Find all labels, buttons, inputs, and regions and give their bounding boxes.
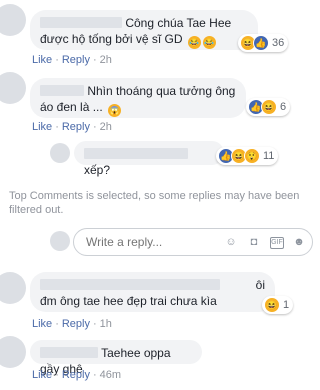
redacted-name <box>40 279 220 290</box>
reply-link[interactable]: Reply <box>62 369 90 381</box>
comment-bubble: Nhìn thoáng qua tưởng ông áo đen là ... … <box>30 78 246 118</box>
comment-bubble: Taehee oppa gầy ghê <box>30 340 202 376</box>
reply-link[interactable]: Reply <box>62 318 90 330</box>
timestamp[interactable]: 1h <box>100 318 112 330</box>
avatar[interactable] <box>50 143 70 163</box>
avatar <box>50 231 70 251</box>
astonished-emoji-icon: 😱 <box>108 104 122 117</box>
reaction-summary[interactable]: 😆 1 <box>262 296 294 314</box>
comment-actions: Like · Reply · 46m <box>32 369 122 381</box>
comment-bubble: ôi đm ông tae hee đẹp trai chưa kìa <box>30 272 275 312</box>
like-link[interactable]: Like <box>32 369 52 381</box>
reply-input-container[interactable]: ☺ ◘ GIF ☻ <box>73 228 313 256</box>
reply-input[interactable] <box>84 234 178 250</box>
camera-icon[interactable]: ◘ <box>247 235 261 249</box>
comment-text: đm ông tae hee đẹp trai chưa kìa <box>40 294 217 308</box>
wow-reaction-icon: 😲 <box>244 148 260 164</box>
haha-reaction-icon: 😆 <box>264 297 280 313</box>
filter-notice: Top Comments is selected, so some replie… <box>9 190 300 216</box>
reaction-count: 36 <box>272 37 285 49</box>
like-link[interactable]: Like <box>32 54 52 66</box>
redacted-name <box>84 148 188 159</box>
comment-actions: Like · Reply · 2h <box>32 54 112 66</box>
reaction-summary[interactable]: 👍 😆 😲 11 <box>216 147 279 165</box>
avatar[interactable] <box>0 336 26 368</box>
like-link[interactable]: Like <box>32 121 52 133</box>
timestamp[interactable]: 46m <box>100 369 121 381</box>
comment-text: xếp? <box>84 163 111 177</box>
like-link[interactable]: Like <box>32 318 52 330</box>
reaction-count: 6 <box>280 101 287 113</box>
avatar[interactable] <box>0 72 26 104</box>
reaction-count: 11 <box>263 150 275 162</box>
reply-link[interactable]: Reply <box>62 121 90 133</box>
redacted-name <box>40 347 98 358</box>
sticker-icon[interactable]: ☻ <box>292 235 306 249</box>
reaction-count: 1 <box>283 299 290 311</box>
laughing-emoji-icon: 😂 <box>187 36 201 49</box>
avatar[interactable] <box>0 272 26 304</box>
comment-actions: Like · Reply · 1h <box>32 318 112 330</box>
timestamp[interactable]: 2h <box>100 121 112 133</box>
redacted-name <box>40 17 122 28</box>
timestamp[interactable]: 2h <box>100 54 112 66</box>
gif-icon[interactable]: GIF <box>270 237 284 249</box>
avatar[interactable] <box>0 4 26 36</box>
reply-link[interactable]: Reply <box>62 54 90 66</box>
comment-text-first-line: ôi <box>255 278 265 292</box>
reaction-summary[interactable]: 😆 👍 36 <box>238 34 289 52</box>
reaction-summary[interactable]: 👍 😆 6 <box>246 98 291 116</box>
like-reaction-icon: 👍 <box>253 35 269 51</box>
haha-reaction-icon: 😆 <box>261 99 277 115</box>
redacted-name <box>40 85 84 96</box>
comment-bubble: Công chúa Tae Hee được hộ tống bởi vệ sĩ… <box>30 10 258 50</box>
comment-actions: Like · Reply · 2h <box>32 121 112 133</box>
smiley-icon[interactable]: ☺ <box>224 235 238 249</box>
laughing-emoji-icon: 😂 <box>202 36 216 49</box>
comment-bubble: xếp? <box>74 141 224 177</box>
